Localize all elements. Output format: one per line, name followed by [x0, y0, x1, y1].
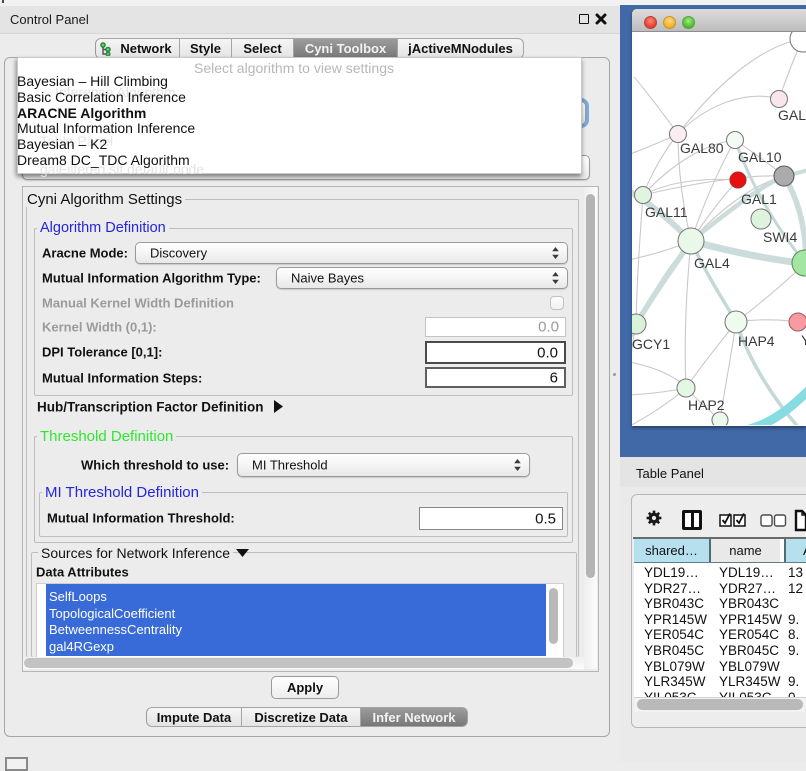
svg-text:GAL10: GAL10 [738, 149, 782, 165]
svg-text:HAP4: HAP4 [738, 333, 775, 349]
svg-text:SWI4: SWI4 [763, 229, 797, 245]
svg-text:GAL11: GAL11 [645, 204, 688, 220]
svg-text:Y: Y [801, 332, 806, 348]
svg-text:GAL4: GAL4 [694, 255, 730, 271]
svg-text:GAL80: GAL80 [680, 140, 724, 156]
svg-text:HAP2: HAP2 [688, 397, 725, 413]
svg-text:GAL1: GAL1 [741, 191, 777, 207]
svg-text:GAL2: GAL2 [778, 107, 806, 123]
svg-text:GCY1: GCY1 [632, 336, 670, 352]
